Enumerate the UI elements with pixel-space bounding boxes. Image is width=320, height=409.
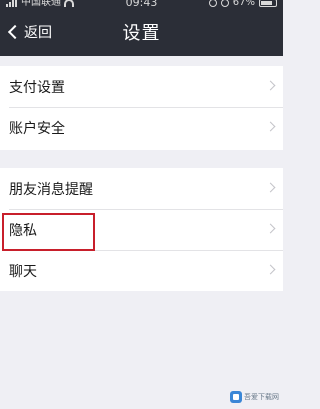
battery-icon (259, 0, 277, 7)
settings-item-label: 朋友消息提醒 (9, 181, 93, 198)
status-bar: 中国联通 09:43 67% (0, 0, 283, 10)
watermark: 吾爱下载网 (230, 391, 279, 403)
location-icon (208, 0, 217, 7)
settings-item-payment[interactable]: 支付设置 (0, 66, 283, 107)
settings-item-friend-notifications[interactable]: 朋友消息提醒 (0, 168, 283, 209)
chevron-right-icon (265, 223, 276, 234)
settings-group-account: 支付设置 账户安全 (0, 66, 283, 150)
navigation-bar: 中国联通 09:43 67% 返回 设置 (0, 0, 283, 56)
chevron-right-icon (265, 264, 276, 275)
settings-item-chat[interactable]: 聊天 (0, 250, 283, 291)
page-title: 设置 (122, 23, 161, 44)
watermark-text: 吾爱下载网 (244, 393, 279, 401)
battery-percent: 67% (232, 0, 255, 8)
watermark-logo-icon (230, 391, 242, 403)
alarm-icon (220, 0, 229, 7)
chevron-right-icon (265, 80, 276, 91)
settings-item-label: 支付设置 (9, 79, 65, 96)
settings-item-label: 账户安全 (9, 120, 65, 137)
settings-item-account-security[interactable]: 账户安全 (0, 107, 283, 148)
chevron-right-icon (265, 182, 276, 193)
chevron-right-icon (265, 121, 276, 132)
settings-item-label: 聊天 (9, 263, 37, 280)
status-right: 67% (208, 0, 277, 8)
highlight-box (2, 213, 95, 251)
